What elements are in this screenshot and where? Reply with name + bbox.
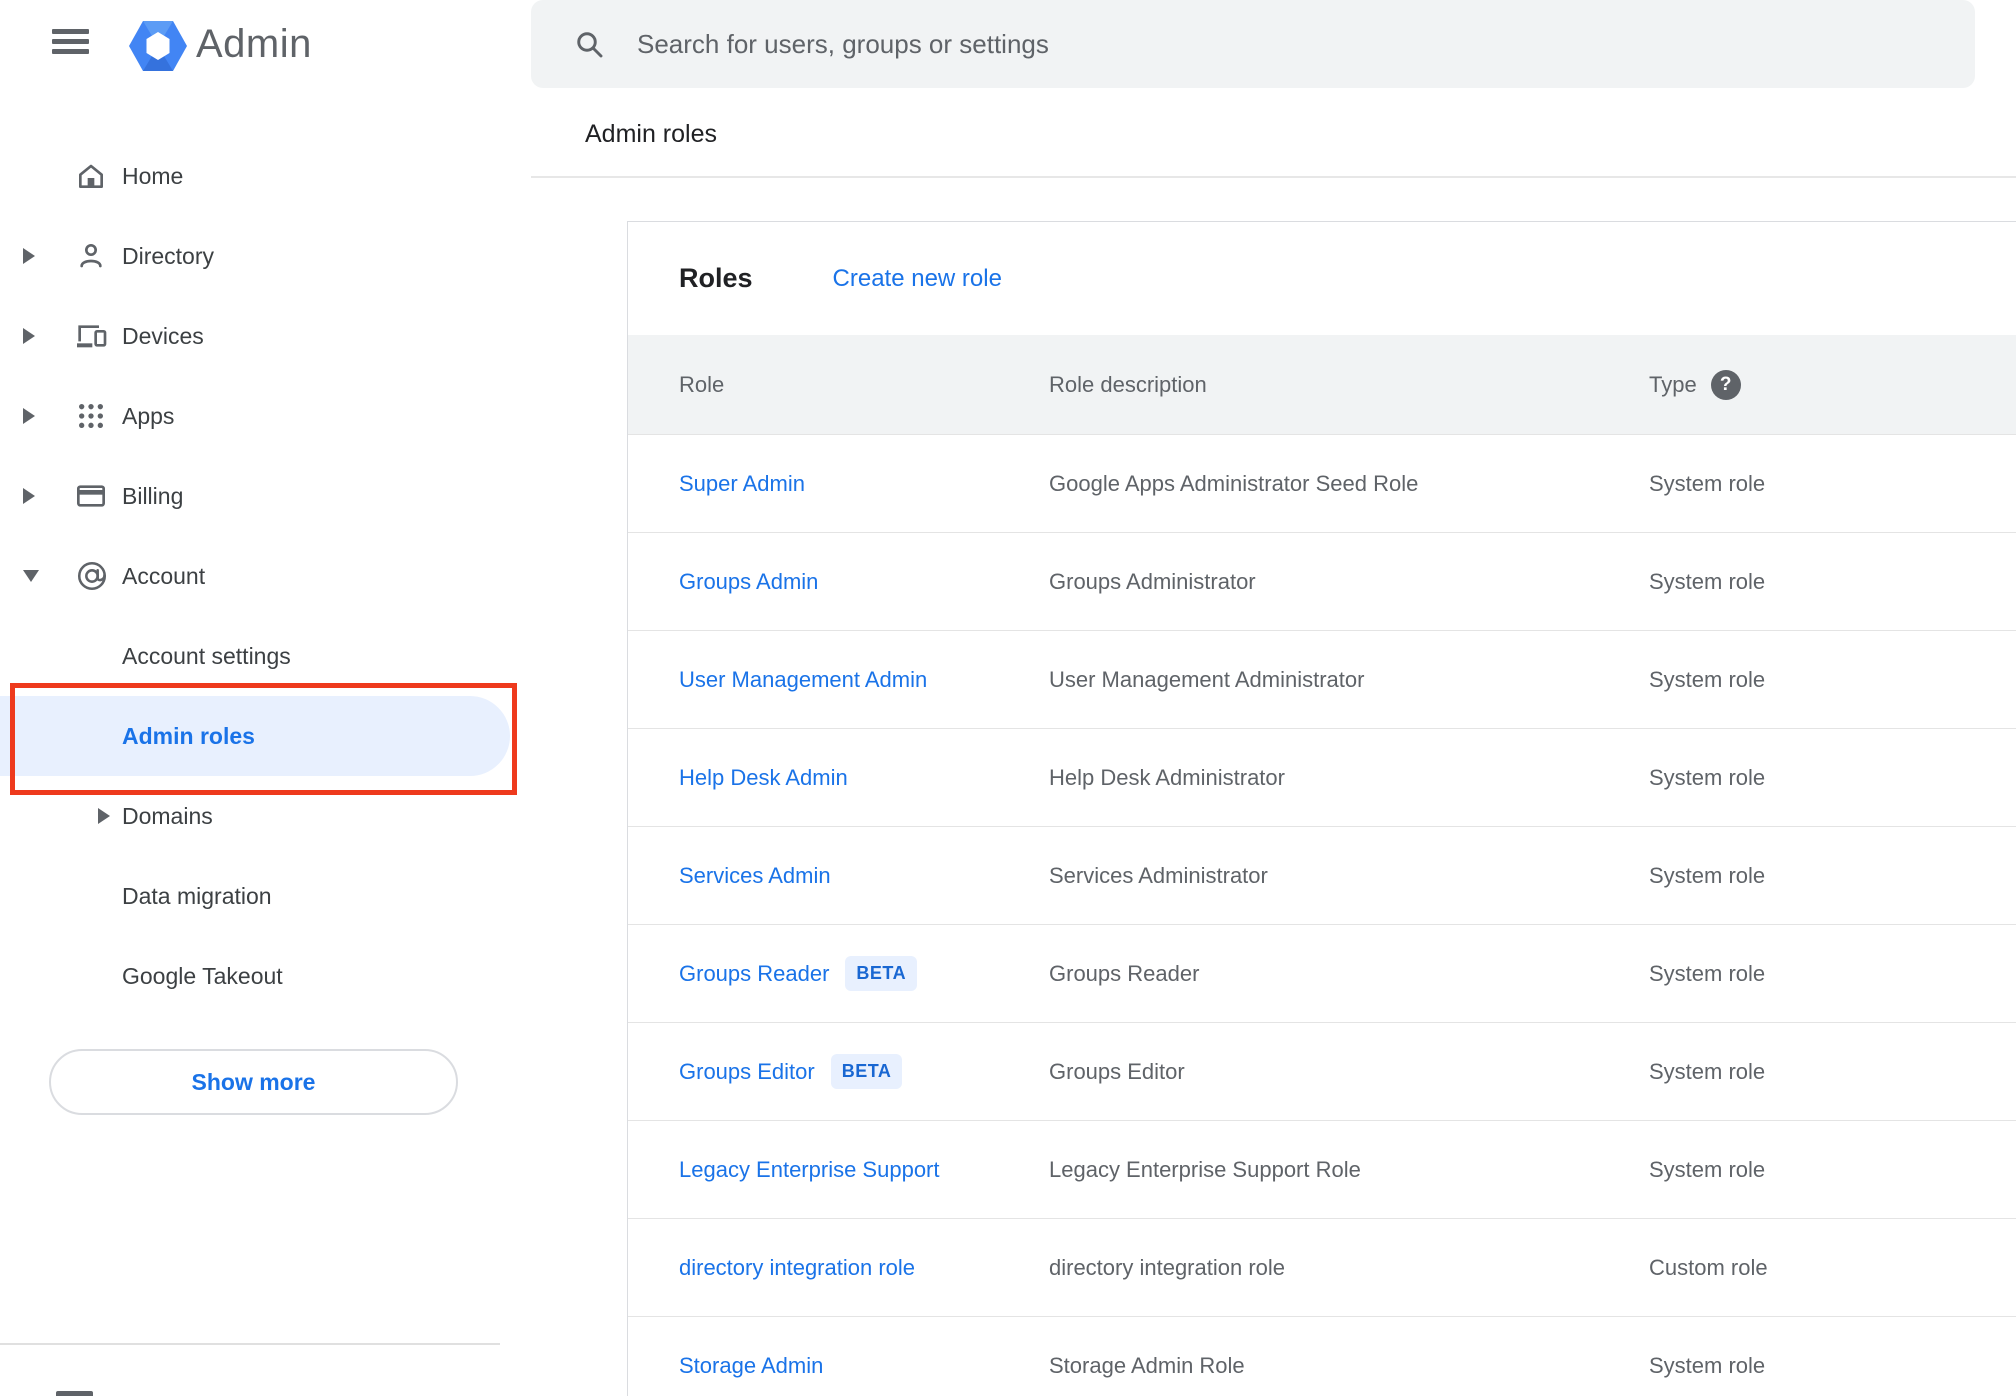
table-row: directory integration role directory int… [628, 1218, 2016, 1316]
sidebar-item-account-settings[interactable]: Account settings [0, 616, 531, 696]
at-sign-icon [75, 559, 122, 593]
search-bar[interactable] [531, 0, 1975, 88]
credit-card-icon [75, 480, 122, 512]
role-link[interactable]: Super Admin [679, 471, 805, 497]
sidebar-item-label: Account settings [122, 642, 291, 669]
create-new-role-link[interactable]: Create new role [833, 265, 1002, 293]
search-icon [577, 32, 603, 58]
table-row: Groups Editor BETA Groups Editor System … [628, 1022, 2016, 1120]
sidebar-item-devices[interactable]: Devices [0, 296, 531, 376]
brand-header: Admin [0, 0, 531, 100]
role-type: System role [1649, 862, 1766, 888]
table-row: Help Desk Admin Help Desk Administrator … [628, 728, 2016, 826]
table-row: User Management Admin User Management Ad… [628, 630, 2016, 728]
hamburger-menu-icon[interactable] [52, 29, 89, 54]
google-admin-logo-icon [129, 21, 187, 71]
role-type: System role [1649, 568, 1766, 594]
role-link[interactable]: Legacy Enterprise Support [679, 1157, 940, 1183]
role-description: Legacy Enterprise Support Role [1049, 1156, 1361, 1182]
role-type: System role [1649, 960, 1766, 986]
sidebar-item-google-takeout[interactable]: Google Takeout [0, 936, 531, 1016]
role-type: System role [1649, 1352, 1766, 1378]
sidebar-item-directory[interactable]: Directory [0, 216, 531, 296]
help-icon[interactable]: ? [1710, 369, 1741, 400]
admin-console-page: Admin Home Directory Devices Apps Billin… [0, 0, 2016, 1396]
beta-badge: BETA [845, 956, 918, 991]
breadcrumb: Admin roles [585, 120, 717, 148]
role-description: Groups Editor [1049, 1058, 1185, 1084]
person-icon [75, 240, 122, 272]
apps-grid-icon [75, 400, 122, 432]
collapse-arrow-icon[interactable] [23, 570, 39, 582]
beta-badge: BETA [830, 1054, 903, 1089]
sidebar-bottom-divider [0, 1343, 500, 1345]
role-link[interactable]: directory integration role [679, 1255, 915, 1281]
role-description: User Management Administrator [1049, 666, 1365, 692]
column-header-description: Role description [1049, 371, 1207, 397]
table-header-row: Role Role description Type ? [628, 335, 2016, 434]
show-more-button[interactable]: Show more [49, 1049, 458, 1115]
role-type: System role [1649, 470, 1766, 496]
table-row: Storage Admin Storage Admin Role System … [628, 1316, 2016, 1396]
sidebar-item-label: Billing [122, 482, 184, 509]
role-link[interactable]: Groups Admin [679, 569, 818, 595]
sidebar-item-billing[interactable]: Billing [0, 456, 531, 536]
role-link[interactable]: Services Admin [679, 863, 831, 889]
sidebar-item-data-migration[interactable]: Data migration [0, 856, 531, 936]
sidebar: Home Directory Devices Apps Billing Acco… [0, 136, 531, 1016]
table-row: Legacy Enterprise Support Legacy Enterpr… [628, 1120, 2016, 1218]
role-description: Groups Administrator [1049, 568, 1256, 594]
role-type: System role [1649, 666, 1766, 692]
role-link[interactable]: Groups Editor [679, 1059, 815, 1085]
column-header-role: Role [679, 371, 725, 397]
role-description: directory integration role [1049, 1254, 1286, 1280]
role-type: Custom role [1649, 1254, 1768, 1280]
table-row: Super Admin Google Apps Administrator Se… [628, 434, 2016, 532]
sidebar-item-account[interactable]: Account [0, 536, 531, 616]
role-description: Google Apps Administrator Seed Role [1049, 470, 1419, 496]
role-type: System role [1649, 764, 1766, 790]
home-icon [75, 160, 122, 192]
sidebar-item-domains[interactable]: Domains [0, 776, 531, 856]
sidebar-item-label: Account [122, 562, 206, 589]
column-header-type: Type ? [1649, 369, 2016, 400]
roles-card: Roles Create new role Role Role descript… [627, 221, 2016, 1396]
sidebar-item-label: Home [122, 162, 184, 189]
expand-arrow-icon[interactable] [23, 328, 35, 344]
sidebar-item-label: Apps [122, 402, 175, 429]
expand-arrow-icon[interactable] [23, 408, 35, 424]
table-row: Groups Reader BETA Groups Reader System … [628, 924, 2016, 1022]
role-type: System role [1649, 1058, 1766, 1084]
sidebar-item-home[interactable]: Home [0, 136, 531, 216]
roles-card-header: Roles Create new role [628, 222, 2016, 335]
role-type: System role [1649, 1156, 1766, 1182]
card-title: Roles [679, 263, 753, 293]
sidebar-item-label: Devices [122, 322, 204, 349]
expand-arrow-icon[interactable] [23, 248, 35, 264]
role-link[interactable]: User Management Admin [679, 667, 927, 693]
table-row: Groups Admin Groups Administrator System… [628, 532, 2016, 630]
role-description: Groups Reader [1049, 960, 1200, 986]
sidebar-item-label: Directory [122, 242, 215, 269]
expand-arrow-icon[interactable] [23, 488, 35, 504]
role-description: Storage Admin Role [1049, 1352, 1245, 1378]
sidebar-item-label: Domains [122, 802, 213, 829]
table-row: Services Admin Services Administrator Sy… [628, 826, 2016, 924]
feedback-icon [56, 1391, 93, 1396]
app-title: Admin [196, 22, 312, 66]
sidebar-item-apps[interactable]: Apps [0, 376, 531, 456]
sidebar-item-label: Google Takeout [122, 962, 283, 989]
role-link[interactable]: Storage Admin [679, 1353, 823, 1379]
sidebar-item-label: Data migration [122, 882, 272, 909]
role-link[interactable]: Groups Reader [679, 961, 829, 987]
search-input[interactable] [637, 28, 1975, 60]
role-link[interactable]: Help Desk Admin [679, 765, 848, 791]
role-description: Services Administrator [1049, 862, 1268, 888]
content-divider [531, 176, 2016, 178]
sidebar-item-admin-roles[interactable]: Admin roles [0, 696, 510, 776]
role-description: Help Desk Administrator [1049, 764, 1285, 790]
expand-arrow-icon[interactable] [98, 808, 110, 824]
devices-icon [75, 320, 122, 352]
sidebar-item-label: Admin roles [122, 722, 255, 749]
